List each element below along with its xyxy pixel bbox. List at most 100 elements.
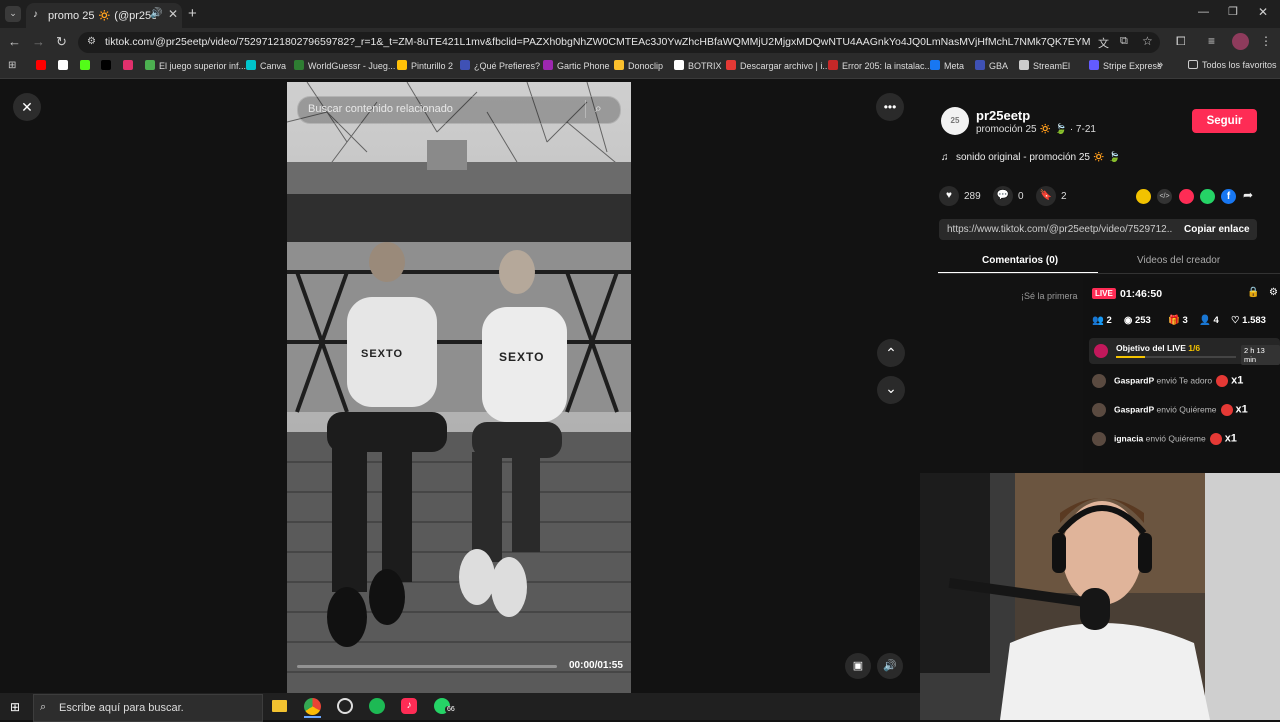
bookmark-item[interactable]: Donoclip (614, 60, 663, 71)
media-controls-icon[interactable]: ≡ (1208, 34, 1215, 48)
minimize-button[interactable]: — (1198, 6, 1209, 18)
copy-link-button[interactable]: Copiar enlace (1184, 224, 1250, 235)
creator-avatar[interactable]: 25 (941, 107, 969, 135)
music-note-icon: ♫ (941, 152, 949, 163)
browser-tab[interactable]: ♪ promo 25 🔅 (@pr25eetp 🔊 ✕ (26, 3, 182, 28)
coin-icon[interactable] (1136, 189, 1151, 204)
more-bookmarks-button[interactable]: » (1157, 59, 1163, 71)
tab-close-icon[interactable]: ✕ (168, 7, 178, 21)
comment-icon[interactable]: 💬 (993, 186, 1013, 206)
bookmark-favicon-icon (123, 60, 133, 70)
goal-time-left: 2 h 13 min (1241, 345, 1280, 365)
tab-title: promo 25 🔅 (@pr25eetp (48, 10, 156, 22)
embed-icon[interactable]: </> (1157, 189, 1172, 204)
bookmark-favicon-icon (58, 60, 68, 70)
bookmark-item[interactable]: StreamEl (1019, 60, 1070, 71)
all-favorites-folder[interactable]: Todos los favoritos (1188, 60, 1277, 70)
like-icon[interactable]: ♥ (939, 186, 959, 206)
whatsapp-share-icon[interactable] (1200, 189, 1215, 204)
gift-sender[interactable]: GaspardP (1114, 375, 1154, 385)
follow-button[interactable]: Seguir (1192, 109, 1257, 133)
creator-username[interactable]: pr25eetp (976, 108, 1030, 123)
extensions-icon[interactable]: ⧠ (1176, 34, 1186, 49)
tab-creator-videos[interactable]: Videos del creador (1137, 255, 1220, 266)
gift-sender[interactable]: GaspardP (1114, 404, 1154, 414)
bookmark-item[interactable] (58, 60, 72, 71)
tab-comments[interactable]: Comentarios (0) (982, 255, 1058, 266)
forward-icon[interactable]: → (32, 34, 45, 49)
spotify-icon[interactable] (369, 698, 385, 714)
speaker-icon[interactable]: 🔊 (150, 8, 162, 19)
bookmark-label: Stripe Express (1103, 61, 1162, 71)
avatar[interactable] (1092, 432, 1106, 446)
save-icon[interactable]: 🔖 (1036, 186, 1056, 206)
bookmark-item[interactable]: BOTRIX (674, 60, 722, 71)
bookmark-favicon-icon (1089, 60, 1099, 70)
apps-icon[interactable]: ⊞ (8, 60, 16, 71)
bookmark-item[interactable]: GBA (975, 60, 1008, 71)
gift-feed-item: GaspardP envió Te adoro x1 (1092, 374, 1243, 388)
share-icon[interactable]: ➦ (1243, 188, 1253, 202)
url-text[interactable]: tiktok.com/@pr25eetp/video/7529712180279… (105, 36, 1090, 48)
video-player[interactable]: SEXTO SEXTO 00:00/01:55 (287, 82, 631, 693)
menu-icon[interactable]: ⋮ (1260, 34, 1272, 48)
facebook-share-icon[interactable]: f (1221, 189, 1236, 204)
bookmark-star-icon[interactable]: ☆ (1142, 34, 1153, 48)
bookmark-item[interactable]: WorldGuessr - Jueg... (294, 60, 395, 71)
file-explorer-icon[interactable] (272, 700, 287, 712)
next-video-button[interactable]: ⌄ (877, 376, 905, 404)
bookmark-item[interactable]: Pinturillo 2 (397, 60, 453, 71)
bookmark-item[interactable]: El juego superior inf... (145, 60, 246, 71)
gift-icon (1209, 433, 1222, 445)
lock-icon[interactable]: 🔒 (1247, 287, 1259, 298)
volume-icon[interactable]: 🔊 (877, 653, 903, 679)
translate-icon[interactable]: 文 (1098, 35, 1109, 51)
live-stat-likes: ♡ 1.583 (1231, 315, 1266, 326)
tab-search-button[interactable]: ⌄ (5, 6, 21, 22)
reload-icon[interactable]: ↻ (56, 34, 67, 50)
save-count: 2 (1061, 191, 1067, 202)
bookmark-item[interactable] (123, 60, 137, 71)
bookmark-item[interactable]: Gartic Phone (543, 60, 610, 71)
sound-name[interactable]: sonido original - promoción 25 🔅 🍃 (956, 152, 1120, 163)
cast-icon[interactable]: ⧉ (1120, 35, 1128, 48)
gift-sender[interactable]: ignacia (1114, 433, 1143, 443)
more-options-button[interactable]: ••• (876, 93, 904, 121)
previous-video-button[interactable]: ⌃ (877, 339, 905, 367)
avatar[interactable] (1092, 374, 1106, 388)
windows-start-icon[interactable]: ⊞ (10, 700, 20, 714)
chrome-icon[interactable] (304, 698, 321, 715)
video-link[interactable]: https://www.tiktok.com/@pr25eetp/video/7… (947, 224, 1172, 235)
profile-avatar[interactable] (1232, 33, 1249, 50)
avatar[interactable] (1092, 403, 1106, 417)
bookmark-item[interactable]: Error 205: la instalac... (828, 60, 932, 71)
video-progress-bar[interactable] (297, 665, 557, 668)
bookmark-item[interactable]: Canva (246, 60, 286, 71)
back-icon[interactable]: ← (8, 34, 21, 49)
creator-subtitle: promoción 25 🔅 🍃 · 7-21 (976, 124, 1096, 135)
restore-button[interactable]: ❐ (1228, 5, 1238, 18)
settings-icon[interactable]: ⚙ (1269, 287, 1278, 298)
pip-icon[interactable]: ▣ (845, 653, 871, 679)
bookmark-item[interactable]: Meta (930, 60, 964, 71)
bookmark-favicon-icon (294, 60, 304, 70)
site-info-icon[interactable]: ⚙ (87, 36, 96, 47)
search-icon[interactable]: ⌕ (595, 101, 602, 116)
tiktok-app-icon[interactable]: ♪ (401, 698, 417, 714)
bookmark-item[interactable]: ¿Qué Prefieres? (460, 60, 540, 71)
window-close-button[interactable]: ✕ (1258, 5, 1268, 19)
new-tab-button[interactable]: + (188, 5, 197, 22)
bookmark-item[interactable]: Stripe Express (1089, 60, 1162, 71)
bookmark-item[interactable]: Descargar archivo | i... (726, 60, 830, 71)
bookmark-favicon-icon (930, 60, 940, 70)
taskbar-search[interactable]: ⌕ Escribe aquí para buscar. (33, 694, 263, 722)
close-video-button[interactable]: ✕ (13, 93, 41, 121)
bookmark-item[interactable] (36, 60, 50, 71)
bookmark-item[interactable] (101, 60, 115, 71)
likes-count: 1.583 (1242, 315, 1266, 326)
bookmark-favicon-icon (614, 60, 624, 70)
guests-count: 2 (1106, 315, 1112, 326)
send-icon[interactable] (1179, 189, 1194, 204)
bookmark-item[interactable] (80, 60, 94, 71)
obs-icon[interactable] (337, 698, 353, 714)
